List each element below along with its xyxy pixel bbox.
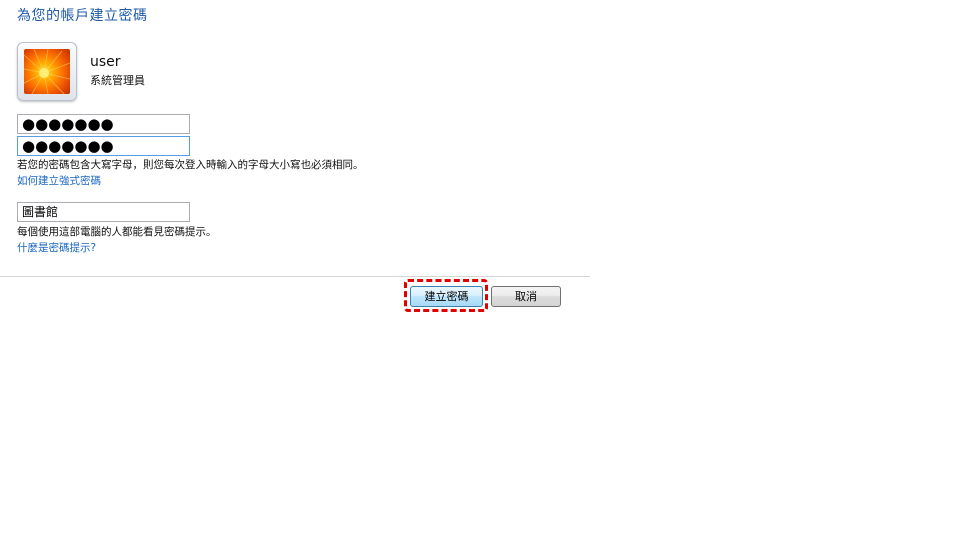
case-sensitivity-note: 若您的密碼包含大寫字母，則您每次登入時輸入的字母大小寫也必須相同。 [17,159,364,171]
page-title: 為您的帳戶建立密碼 [17,8,148,24]
strong-password-link[interactable]: 如何建立強式密碼 [17,173,101,188]
confirm-password-value: ●●●●●●● [22,137,114,155]
create-password-button[interactable]: 建立密碼 [410,286,483,307]
password-hint-field[interactable]: 圖書館 [17,202,190,222]
new-password-value: ●●●●●●● [22,115,114,133]
user-name: user [90,54,121,70]
hint-visibility-note: 每個使用這部電腦的人都能看見密碼提示。 [17,226,217,238]
user-role: 系統管理員 [90,74,145,87]
cancel-button[interactable]: 取消 [491,286,561,307]
confirm-password-field[interactable]: ●●●●●●● [17,136,190,156]
avatar [17,42,77,101]
new-password-field[interactable]: ●●●●●●● [17,114,190,134]
flower-avatar-icon [24,49,70,94]
divider [0,276,590,277]
password-hint-value: 圖書館 [22,205,59,219]
password-hint-link[interactable]: 什麼是密碼提示? [17,240,96,255]
